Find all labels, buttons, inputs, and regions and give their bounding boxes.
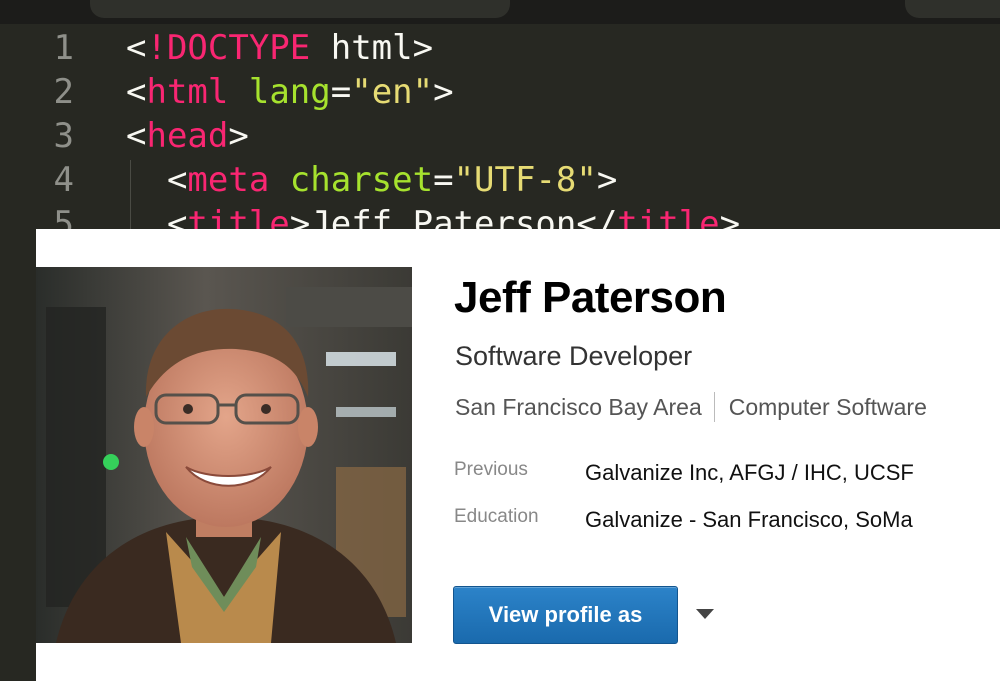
code-line[interactable]: 3 <head> — [0, 114, 249, 158]
code-token: !DOCTYPE — [146, 28, 311, 68]
line-number: 3 — [53, 116, 74, 156]
indent-guide — [130, 160, 131, 240]
code-token: > — [433, 72, 454, 112]
editor-tab-bar — [0, 0, 1000, 24]
code-line[interactable]: 1 <!DOCTYPE html> — [0, 26, 434, 70]
code-token: > — [596, 160, 618, 200]
education-label: Education — [454, 506, 539, 527]
editor-tab[interactable] — [905, 0, 1000, 18]
location-link[interactable]: San Francisco Bay Area — [455, 394, 702, 421]
caret-down-icon[interactable] — [696, 609, 714, 619]
code-line[interactable]: 4 <meta charset="UTF-8"> — [0, 158, 618, 202]
profile-card: Jeff Paterson Software Developer San Fra… — [36, 229, 1000, 681]
code-token: < — [126, 28, 147, 68]
meta-divider — [713, 392, 715, 422]
code-token: "UTF-8" — [453, 160, 597, 200]
profile-name: Jeff Paterson — [454, 273, 727, 322]
view-profile-as-button[interactable]: View profile as — [453, 586, 678, 644]
line-number: 4 — [53, 160, 74, 200]
code-token: html> — [310, 28, 434, 68]
previous-label: Previous — [454, 459, 528, 480]
code-token: meta — [187, 160, 270, 200]
profile-headline: Software Developer — [455, 341, 693, 371]
line-number: 2 — [53, 72, 74, 112]
profile-photo — [36, 267, 412, 643]
editor-tab[interactable] — [90, 0, 510, 18]
previous-value[interactable]: Galvanize Inc, AFGJ / IHC, UCSF — [585, 460, 914, 486]
line-number: 1 — [53, 28, 74, 68]
code-token: head — [146, 116, 229, 156]
code-token: < — [126, 160, 188, 200]
code-token: = — [330, 72, 352, 112]
code-line[interactable]: 2 <html lang="en"> — [0, 70, 454, 114]
code-token: > — [228, 116, 249, 156]
code-token: html — [146, 72, 229, 112]
profile-meta: San Francisco Bay Area Computer Software — [455, 392, 927, 422]
code-token: "en" — [351, 72, 434, 112]
code-token: < — [126, 72, 147, 112]
code-token: lang — [248, 72, 331, 112]
code-token: < — [126, 116, 147, 156]
code-token: charset — [289, 160, 434, 200]
education-value[interactable]: Galvanize - San Francisco, SoMa — [585, 507, 913, 533]
industry-link[interactable]: Computer Software — [729, 394, 927, 421]
avatar — [36, 267, 412, 643]
code-token: = — [433, 160, 454, 200]
